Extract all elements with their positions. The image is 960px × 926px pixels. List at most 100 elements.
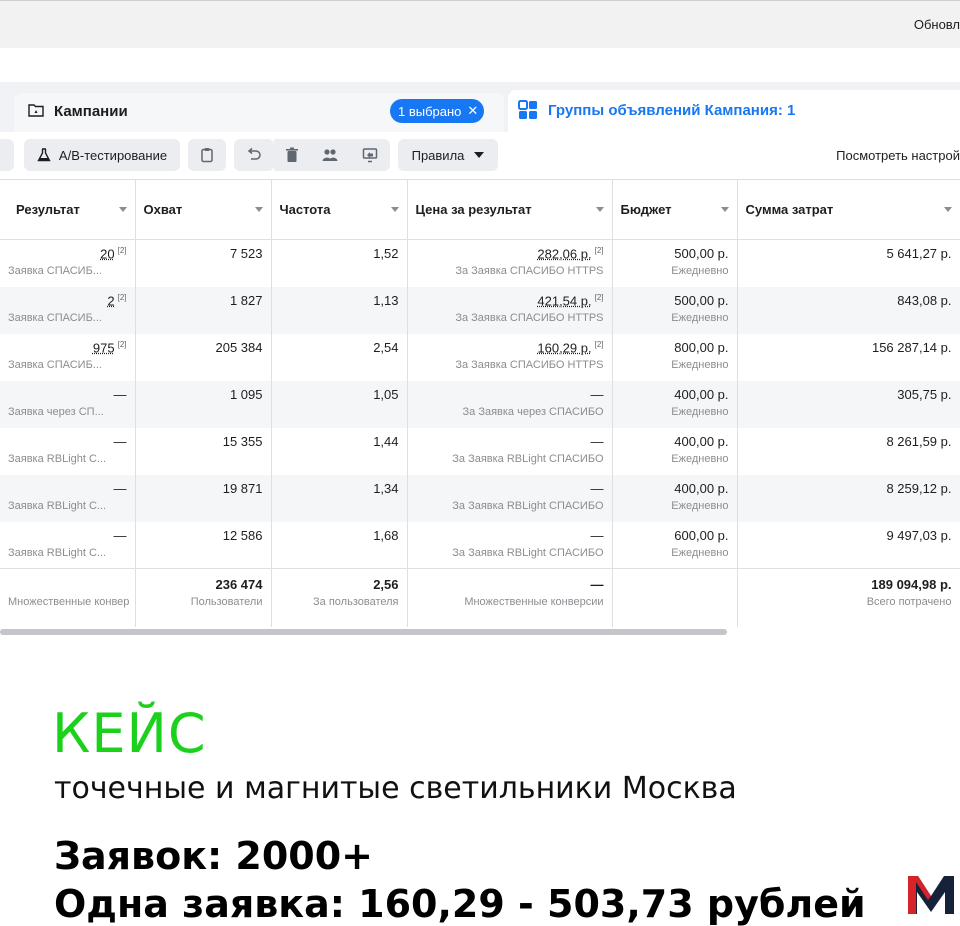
column-header[interactable]: Частота — [271, 179, 408, 240]
totals-reach: 236 474 Пользователи — [135, 568, 272, 629]
table-row[interactable]: 2 [2] Заявка СПАСИБ... 1 827 1,13 421,54 р. [2… — [0, 286, 960, 334]
results-table: Результат Охват Частота Цена за результа… — [0, 179, 960, 629]
audience-button[interactable] — [310, 139, 350, 171]
scrollbar-thumb[interactable] — [0, 629, 727, 635]
cost-stat: Одна заявка: 160,29 - 503,73 рублей — [54, 882, 866, 926]
column-header[interactable]: Бюджет — [612, 179, 738, 240]
preview-button[interactable] — [350, 139, 390, 171]
sort-icon — [118, 207, 127, 212]
spend-cell: 305,75 р. — [737, 380, 960, 428]
reach-cell: 205 384 — [135, 333, 272, 381]
sort-icon — [720, 207, 729, 212]
tab-ad-sets[interactable]: Группы объявлений Кампания: 1 — [508, 90, 960, 132]
undo-button[interactable] — [234, 139, 274, 171]
reach-cell: 12 586 — [135, 521, 272, 569]
column-header[interactable]: Охват — [135, 179, 272, 240]
result-cell[interactable]: — Заявка RBLight C... — [0, 427, 136, 475]
spend-cell: 156 287,14 р. — [737, 333, 960, 381]
trash-icon — [286, 147, 298, 162]
reach-cell: 7 523 — [135, 239, 272, 287]
footnote-icon: [2] — [594, 292, 604, 302]
table-row[interactable]: — Заявка RBLight C... 19 871 1,34— За Заявка… — [0, 474, 960, 522]
frequency-cell: 1,44 — [271, 427, 408, 475]
duplicate-button[interactable] — [188, 139, 226, 171]
cost-per-result-cell[interactable]: — За Заявка RBLight СПАСИБО — [407, 427, 613, 475]
budget-cell[interactable]: 800,00 р. Ежедневно — [612, 333, 738, 381]
sort-icon — [595, 207, 604, 212]
frequency-cell: 1,34 — [271, 474, 408, 522]
frequency-cell: 1,68 — [271, 521, 408, 569]
delete-button[interactable] — [274, 139, 310, 171]
view-settings-link[interactable]: Посмотреть настрой — [836, 148, 960, 163]
selected-chip[interactable]: 1 выбрано ✕ — [390, 99, 485, 123]
close-icon[interactable]: ✕ — [467, 103, 478, 119]
cost-per-result-cell[interactable]: — За Заявка через СПАСИБО — [407, 380, 613, 428]
frequency-cell: 1,05 — [271, 380, 408, 428]
footnote-icon: [2] — [117, 292, 127, 302]
spend-cell: 9 497,03 р. — [737, 521, 960, 569]
result-cell[interactable]: — Заявка RBLight C... — [0, 521, 136, 569]
cost-per-result-cell[interactable]: 282,06 р. [2] За Заявка СПАСИБО HTTPS — [407, 239, 613, 287]
result-cell[interactable]: — Заявка через СП... — [0, 380, 136, 428]
tab-campaigns-label: Кампании — [54, 103, 128, 120]
totals-frequency: 2,56 За пользователя — [271, 568, 408, 629]
budget-cell[interactable]: 400,00 р. Ежедневно — [612, 474, 738, 522]
tab-campaigns[interactable]: Кампании 1 выбрано ✕ — [14, 93, 504, 132]
cost-per-result-cell[interactable]: — За Заявка RBLight СПАСИБО — [407, 521, 613, 569]
budget-cell[interactable]: 600,00 р. Ежедневно — [612, 521, 738, 569]
column-header[interactable]: Результат — [0, 179, 136, 240]
result-cell[interactable]: 20 [2] Заявка СПАСИБ... — [0, 239, 136, 287]
budget-cell[interactable]: 400,00 р. Ежедневно — [612, 380, 738, 428]
top-bar: Обновл — [0, 0, 960, 49]
footnote-icon: [2] — [594, 339, 604, 349]
toolbar: A/B-тестирование Правила Посмотреть наст… — [0, 132, 960, 178]
update-link[interactable]: Обновл — [914, 17, 960, 32]
spend-cell: 5 641,27 р. — [737, 239, 960, 287]
column-header[interactable]: Цена за результат — [407, 179, 613, 240]
totals-result: Множественные конвер — [0, 568, 136, 629]
footnote-icon: [2] — [117, 339, 127, 349]
table-row[interactable]: — Заявка RBLight C... 15 355 1,44— За Заявка… — [0, 427, 960, 475]
spend-cell: 8 261,59 р. — [737, 427, 960, 475]
footnote-icon: [2] — [594, 246, 604, 255]
cost-per-result-cell[interactable]: 421,54 р. [2] За Заявка СПАСИБО HTTPS — [407, 286, 613, 334]
undo-icon — [247, 147, 261, 160]
table-row[interactable]: — Заявка через СП... 1 095 1,05— За Заявка ч… — [0, 380, 960, 428]
sort-icon — [943, 207, 952, 212]
table-row[interactable]: 20 [2] Заявка СПАСИБ... 7 523 1,52 282,06 р.[… — [0, 239, 960, 287]
totals-cost: — Множественные конверсии — [407, 568, 613, 629]
spend-cell: 843,08 р. — [737, 286, 960, 334]
table-row[interactable]: 975 [2] Заявка СПАСИБ... 205 384 2,54 160,29 … — [0, 333, 960, 381]
selected-chip-label: 1 выбрано — [398, 103, 462, 119]
spend-cell: 8 259,12 р. — [737, 474, 960, 522]
totals-spend: 189 094,98 р. Всего потрачено — [737, 568, 960, 629]
footnote-icon: [2] — [117, 246, 127, 255]
requests-stat: Заявок: 2000+ — [54, 834, 374, 878]
flask-icon — [37, 148, 51, 162]
column-header[interactable]: Сумма затрат — [737, 179, 960, 240]
budget-cell[interactable]: 400,00 р. Ежедневно — [612, 427, 738, 475]
header-spacer — [0, 48, 960, 82]
reach-cell: 15 355 — [135, 427, 272, 475]
rules-dropdown[interactable]: Правила — [398, 139, 498, 171]
clipboard-icon — [201, 148, 213, 163]
ab-test-button[interactable]: A/B-тестирование — [24, 139, 180, 171]
edit-button[interactable] — [0, 139, 14, 171]
share-icon — [362, 148, 378, 163]
reach-cell: 1 827 — [135, 286, 272, 334]
reach-cell: 19 871 — [135, 474, 272, 522]
table-row[interactable]: — Заявка RBLight C... 12 586 1,68— За Заявка… — [0, 521, 960, 569]
result-cell[interactable]: — Заявка RBLight C... — [0, 474, 136, 522]
result-cell[interactable]: 975 [2] Заявка СПАСИБ... — [0, 333, 136, 381]
budget-cell[interactable]: 500,00 р. Ежедневно — [612, 286, 738, 334]
brand-logo — [908, 876, 954, 914]
totals-row: Множественные конвер 236 474 Пользовател… — [0, 568, 960, 629]
reach-cell: 1 095 — [135, 380, 272, 428]
case-headline: КЕЙС — [52, 702, 207, 765]
folder-icon — [28, 104, 44, 117]
cost-per-result-cell[interactable]: 160,29 р. [2] За Заявка СПАСИБО HTTPS — [407, 333, 613, 381]
sort-icon — [254, 207, 263, 212]
result-cell[interactable]: 2 [2] Заявка СПАСИБ... — [0, 286, 136, 334]
budget-cell[interactable]: 500,00 р. Ежедневно — [612, 239, 738, 287]
cost-per-result-cell[interactable]: — За Заявка RBLight СПАСИБО — [407, 474, 613, 522]
